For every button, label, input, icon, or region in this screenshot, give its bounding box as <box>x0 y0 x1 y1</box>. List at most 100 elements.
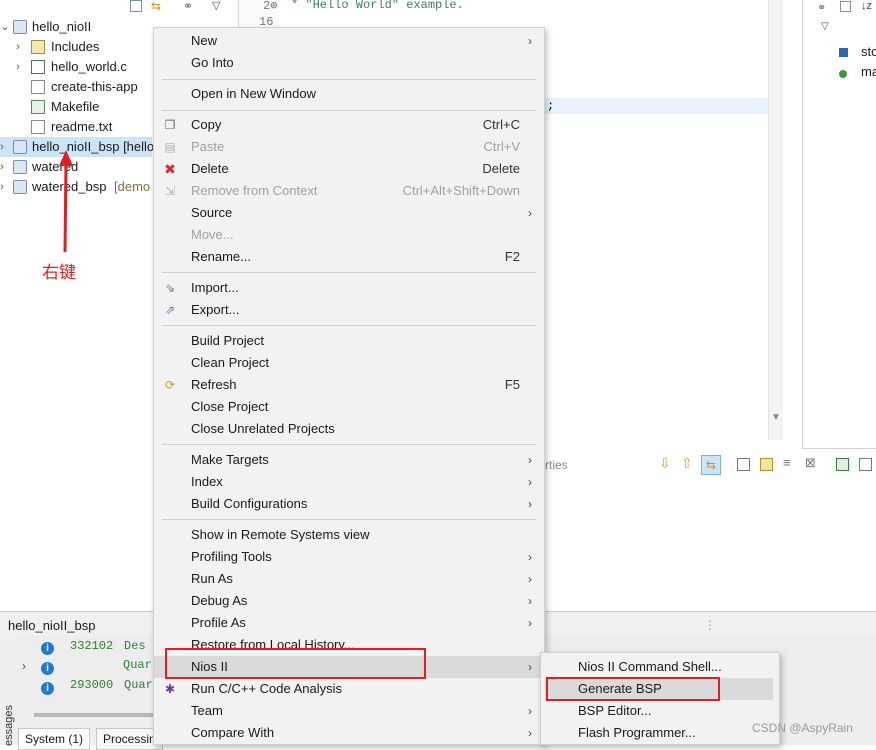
menu-item-profile-as[interactable]: Profile As › <box>154 612 544 634</box>
chevron-down-icon[interactable]: ▽ <box>821 21 829 32</box>
tab-system[interactable]: System (1) <box>18 728 91 750</box>
tree-item-label: hello_nioII_bsp [hello <box>32 139 155 154</box>
lock-icon[interactable] <box>760 458 773 471</box>
function-icon <box>839 70 847 78</box>
outline-item[interactable]: sto <box>861 44 876 59</box>
submenu-arrow-icon: › <box>528 453 532 467</box>
submenu-arrow-icon: › <box>528 616 532 630</box>
struct-icon <box>839 48 848 57</box>
import-icon: ⇘ <box>164 281 176 295</box>
menu-item-debug-as[interactable]: Debug As › <box>154 590 544 612</box>
message-text: Quar <box>124 678 153 692</box>
menu-item-nios-command-shell[interactable]: Nios II Command Shell... <box>541 656 779 678</box>
collapse-icon[interactable] <box>840 1 851 12</box>
tree-item-label: hello_nioII <box>32 19 92 34</box>
tree-item-hello-world-c[interactable]: › hello_world.c <box>0 57 152 77</box>
project-folder-icon <box>13 160 27 174</box>
link-icon[interactable]: ⇆ <box>701 455 721 475</box>
clear-icon[interactable]: ⊠ <box>805 455 816 471</box>
message-id: 293000 <box>70 678 114 692</box>
list-icon[interactable]: ≡ <box>783 455 791 470</box>
menu-item-run-code-analysis[interactable]: ✱ Run C/C++ Code Analysis <box>154 678 544 700</box>
chevron-right-icon[interactable]: › <box>0 157 7 177</box>
menu-item-paste[interactable]: ▤ Paste Ctrl+V <box>154 136 544 158</box>
menu-item-index[interactable]: Index › <box>154 471 544 493</box>
tree-item-label: Makefile <box>51 99 100 114</box>
sort-icon[interactable]: ↓z <box>861 0 872 12</box>
arrow-up-icon[interactable]: ⇧ <box>681 455 693 472</box>
menu-item-bsp-editor[interactable]: BSP Editor... <box>541 700 779 722</box>
chevron-right-icon[interactable]: › <box>13 57 23 77</box>
scroll-down-icon[interactable]: ▼ <box>771 412 781 423</box>
info-icon: i <box>41 682 54 695</box>
menu-item-flash-programmer[interactable]: Flash Programmer... <box>541 722 779 744</box>
chevron-right-icon[interactable]: › <box>0 137 7 157</box>
menu-item-clean-project[interactable]: Clean Project <box>154 352 544 374</box>
line-number: 2⊕ <box>263 0 278 13</box>
collapse-all-icon[interactable] <box>130 0 142 12</box>
menu-item-copy[interactable]: ❐ Copy Ctrl+C <box>154 114 544 136</box>
menu-item-delete[interactable]: ✖ Delete Delete <box>154 158 544 180</box>
tree-item-readme[interactable]: readme.txt <box>0 117 152 137</box>
annotation-highlight-generate-bsp <box>546 677 720 701</box>
properties-tab-label[interactable]: rties <box>545 458 568 472</box>
menu-item-compare-with[interactable]: Compare With › <box>154 722 544 744</box>
context-menu: New › Go Into Open in New Window ❐ Copy Ctr… <box>153 27 545 745</box>
menu-item-move[interactable]: Move... <box>154 224 544 246</box>
project-explorer: ⌄ hello_nioII › Includes › hello_world.c… <box>0 0 155 610</box>
chevron-right-icon[interactable]: › <box>0 177 7 197</box>
menu-item-run-as[interactable]: Run As › <box>154 568 544 590</box>
minimize-icon[interactable] <box>859 458 872 471</box>
outline-view: ↓z ⚭ ▽ sto ma <box>802 0 876 449</box>
outline-toolbar-icon[interactable]: ⚭ <box>817 1 826 14</box>
remove-icon: ⇲ <box>164 184 176 198</box>
project-folder-icon <box>13 140 27 154</box>
submenu-arrow-icon: › <box>528 475 532 489</box>
horizontal-scrollbar[interactable] <box>34 713 164 717</box>
tree-item-label: readme.txt <box>51 119 113 134</box>
menu-item-source[interactable]: Source › <box>154 202 544 224</box>
menu-item-open-in-new-window[interactable]: Open in New Window <box>154 83 544 105</box>
tree-item-includes[interactable]: › Includes <box>0 37 152 57</box>
menu-item-build-configurations[interactable]: Build Configurations › <box>154 493 544 515</box>
copy-icon: ❐ <box>164 118 176 132</box>
menu-item-close-project[interactable]: Close Project <box>154 396 544 418</box>
menu-item-new[interactable]: New › <box>154 30 544 52</box>
menu-item-go-into[interactable]: Go Into <box>154 52 544 74</box>
file-icon <box>31 80 45 94</box>
menu-item-remove-from-context[interactable]: ⇲ Remove from Context Ctrl+Alt+Shift+Down <box>154 180 544 202</box>
menu-item-team[interactable]: Team › <box>154 700 544 722</box>
grid-icon[interactable] <box>737 458 750 471</box>
panel-title: hello_nioII_bsp <box>8 618 96 633</box>
menu-item-export[interactable]: ⇗ Export... <box>154 299 544 321</box>
tree-item-create-this-app[interactable]: create-this-app <box>0 77 152 97</box>
menu-item-build-project[interactable]: Build Project <box>154 330 544 352</box>
text-file-icon <box>31 120 45 134</box>
menu-item-profiling-tools[interactable]: Profiling Tools › <box>154 546 544 568</box>
expand-icon[interactable]: › <box>22 659 26 673</box>
tree-item-suffix: [demo <box>114 179 151 194</box>
drag-handle-icon[interactable]: ⋮ <box>704 618 716 632</box>
pin-icon[interactable] <box>836 458 849 471</box>
submenu-arrow-icon: › <box>528 660 532 674</box>
outline-item[interactable]: ma <box>861 64 876 79</box>
menu-item-make-targets[interactable]: Make Targets › <box>154 449 544 471</box>
link-with-editor-icon[interactable]: ⇆ <box>151 0 165 12</box>
tree-item-hello-nioii[interactable]: ⌄ hello_nioII <box>0 17 152 37</box>
code-semicolon: ; <box>547 99 555 113</box>
view-menu-icon[interactable]: ▽ <box>212 0 226 12</box>
makefile-icon <box>31 100 45 114</box>
submenu-arrow-icon: › <box>528 726 532 740</box>
menu-item-refresh[interactable]: ⟳ Refresh F5 <box>154 374 544 396</box>
menu-item-rename[interactable]: Rename... F2 <box>154 246 544 268</box>
chevron-right-icon[interactable]: › <box>13 37 23 57</box>
menu-item-import[interactable]: ⇘ Import... <box>154 277 544 299</box>
tree-item-makefile[interactable]: Makefile <box>0 97 152 117</box>
chevron-down-icon[interactable]: ⌄ <box>0 17 10 37</box>
code-analysis-icon: ✱ <box>164 682 176 696</box>
arrow-down-icon[interactable]: ⇩ <box>659 455 671 472</box>
filter-icon[interactable]: ⚭ <box>183 0 197 12</box>
editor-scrollbar[interactable]: ▼ <box>768 0 783 440</box>
menu-item-close-unrelated-projects[interactable]: Close Unrelated Projects <box>154 418 544 440</box>
menu-item-show-in-remote-systems[interactable]: Show in Remote Systems view <box>154 524 544 546</box>
